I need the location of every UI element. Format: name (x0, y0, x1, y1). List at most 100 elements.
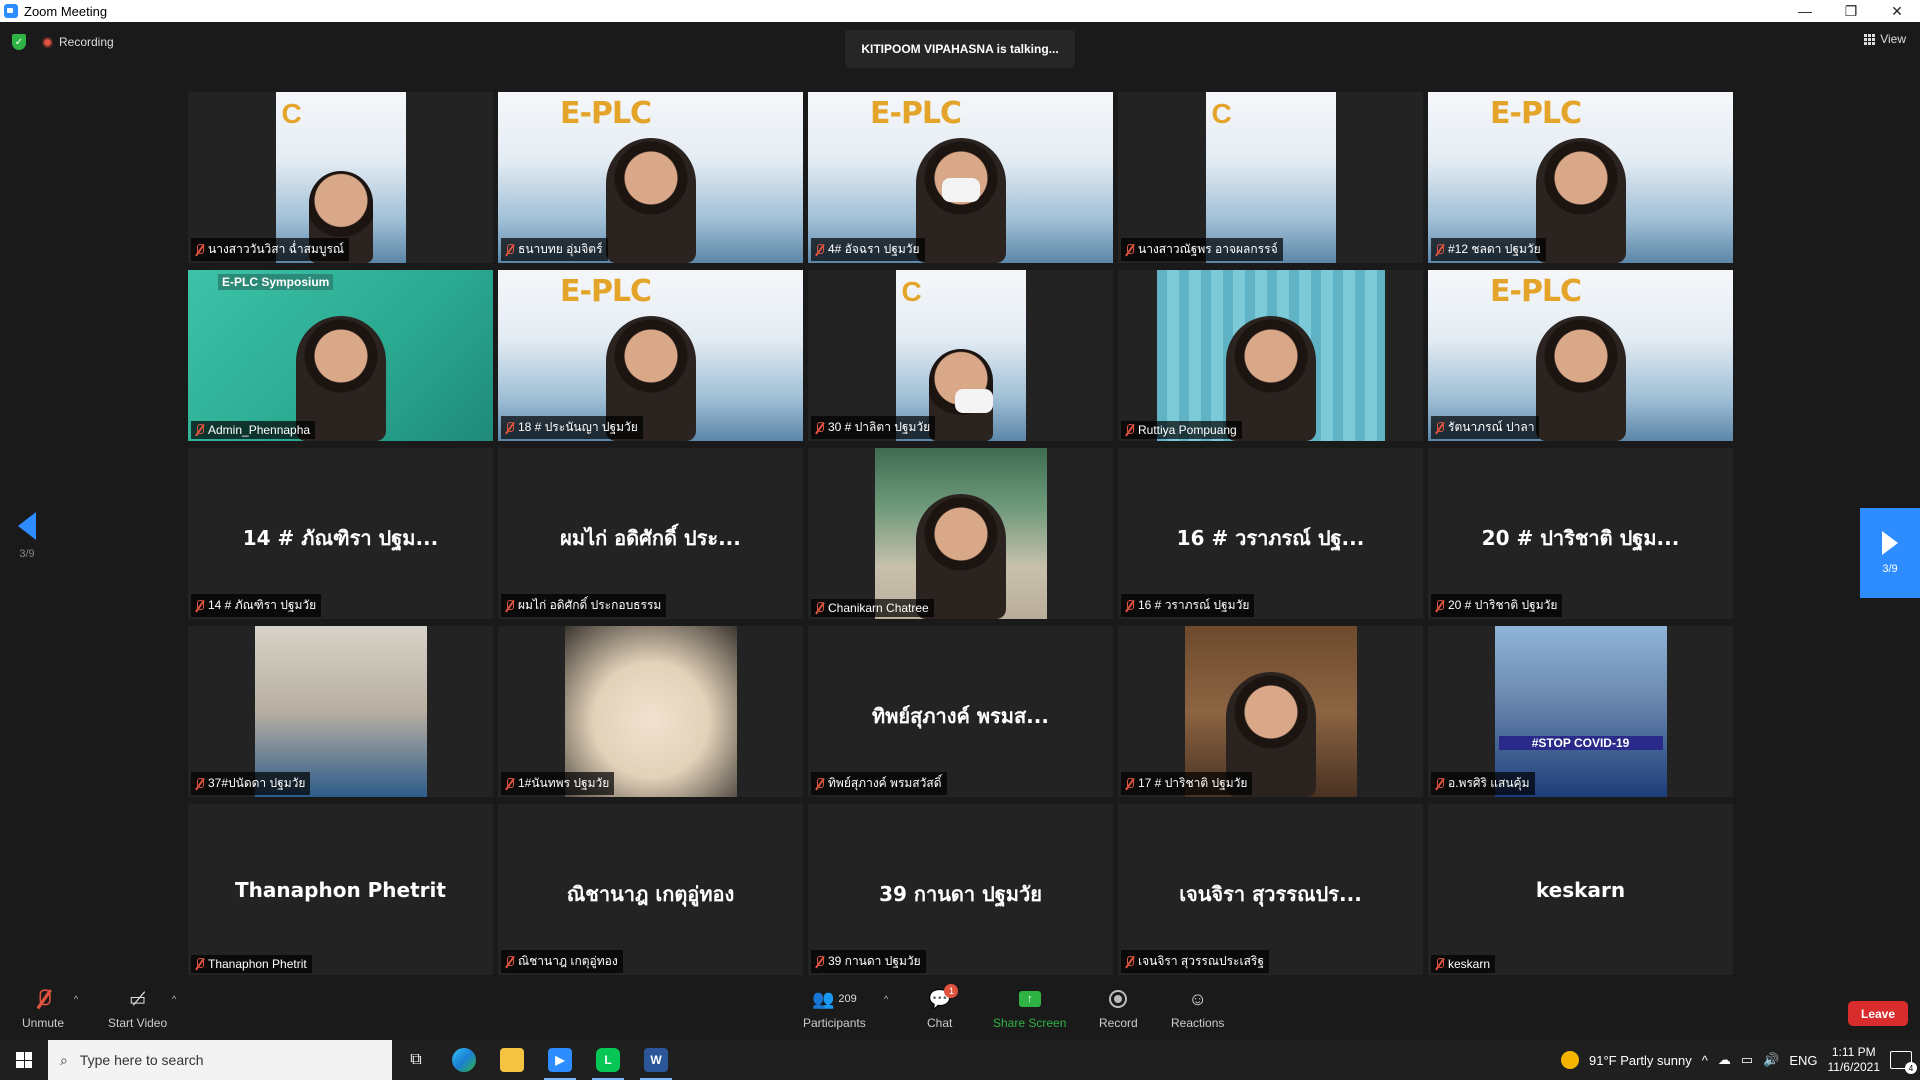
file-explorer-taskbar-button[interactable] (488, 1040, 536, 1080)
participant-tile[interactable]: ทิพย์สุภางค์ พรมส... ทิพย์สุภางค์ พรมสวั… (808, 626, 1113, 797)
participant-tile[interactable]: 1#นันทพร ปฐมวัย (498, 626, 803, 797)
tray-overflow-chevron-icon[interactable]: ^ (1702, 1053, 1708, 1068)
chat-button[interactable]: 💬 1 Chat (927, 984, 959, 1030)
edge-taskbar-button[interactable] (440, 1040, 488, 1080)
record-icon (1109, 988, 1128, 1010)
mic-muted-icon (195, 777, 204, 790)
mic-muted-icon (505, 599, 514, 612)
participants-button[interactable]: 👥 209 Participants (803, 988, 866, 1031)
participant-tile[interactable]: E-PLC ธนาบทย อุ่มจิตร์ (498, 92, 803, 263)
view-button[interactable]: View (1864, 32, 1906, 46)
participant-tile[interactable]: 16 # วราภรณ์ ปฐ... 16 # วราภรณ์ ปฐมวัย (1118, 448, 1423, 619)
restore-button[interactable]: ❐ (1828, 0, 1874, 22)
clock[interactable]: 1:11 PM 11/6/2021 (1828, 1045, 1881, 1075)
record-button[interactable]: Record (1099, 988, 1138, 1030)
participant-name-tag: นางสาววันวิสา ฉ่ำสมบูรณ์ (191, 238, 350, 261)
participant-name-tag: keskarn (1431, 955, 1496, 973)
network-icon[interactable]: ▭ (1741, 1052, 1753, 1068)
line-taskbar-button[interactable]: L (584, 1040, 632, 1080)
participant-name: ธนาบทย อุ่มจิตร์ (518, 242, 603, 256)
participant-tile[interactable]: 39 กานดา ปฐมวัย 39 กานดา ปฐมวัย (808, 804, 1113, 975)
minimize-button[interactable]: — (1782, 0, 1828, 22)
mic-muted-icon (1435, 777, 1444, 790)
mic-muted-icon (195, 243, 204, 256)
notification-center-icon[interactable]: 4 (1890, 1051, 1917, 1074)
line-icon: L (596, 1048, 620, 1072)
participant-tile[interactable]: 37#ปนัดดา ปฐมวัย (188, 626, 493, 797)
previous-page-button[interactable]: 3/9 (16, 512, 38, 582)
participant-tile[interactable]: Ruttiya Pompuang (1118, 270, 1423, 441)
windows-logo-icon (16, 1052, 32, 1068)
chat-icon: 💬 1 (928, 984, 959, 1010)
recording-dot-icon (42, 36, 53, 48)
plc-logo: E-PLC (870, 96, 962, 131)
task-view-button[interactable]: ⧉ (392, 1040, 440, 1080)
recording-indicator[interactable]: Recording (42, 35, 114, 49)
participant-tile[interactable]: E-PLC Symposium Admin_Phennapha (188, 270, 493, 441)
reactions-label: Reactions (1171, 1016, 1225, 1030)
next-page-button[interactable]: 3/9 (1860, 508, 1920, 598)
participant-name-tag: 39 กานดา ปฐมวัย (811, 950, 926, 973)
participant-display-name: 14 # ภัณฑิรา ปฐม... (242, 526, 439, 550)
participant-tile[interactable]: C นางสาวณัฐพร อาจผลกรรจ์ (1118, 92, 1423, 263)
unmute-button[interactable]: Unmute (22, 988, 64, 1030)
start-video-button[interactable]: ▭̸ Start Video (108, 988, 167, 1031)
clock-time: 1:11 PM (1831, 1045, 1876, 1059)
participant-name-tag: ธนาบทย อุ่มจิตร์ (501, 238, 608, 261)
participant-tile[interactable]: เจนจิรา สุวรรณปร... เจนจิรา สุวรรณประเสร… (1118, 804, 1423, 975)
notification-count: 4 (1905, 1062, 1917, 1074)
participant-name-tag: รัตนาภรณ์ ปาลา (1431, 416, 1540, 439)
participant-tile[interactable]: E-PLC 4# อัจฉรา ปฐมวัย (808, 92, 1113, 263)
taskbar-search[interactable]: ⌕ Type here to search (48, 1040, 392, 1080)
onedrive-icon[interactable]: ☁ (1718, 1052, 1731, 1068)
participant-tile[interactable]: 17 # ปาริชาติ ปฐมวัย (1118, 626, 1423, 797)
participant-tile[interactable]: E-PLC รัตนาภรณ์ ปาลา (1428, 270, 1733, 441)
language-indicator[interactable]: ENG (1789, 1053, 1817, 1068)
participant-tile[interactable]: #STOP COVID-19 อ.พรศิริ แสนคุ้ม (1428, 626, 1733, 797)
participant-tile[interactable]: C นางสาววันวิสา ฉ่ำสมบูรณ์ (188, 92, 493, 263)
mic-muted-icon (505, 777, 514, 790)
mic-muted-icon (1435, 958, 1444, 970)
share-screen-button[interactable]: ↑ Share Screen (993, 988, 1066, 1030)
mic-muted-icon (195, 424, 204, 436)
participant-tile[interactable]: ณิชานาฎ เกตุอู่ทอง ณิชานาฎ เกตุอู่ทอง (498, 804, 803, 975)
participant-name: #12 ชลดา ปฐมวัย (1448, 242, 1541, 256)
share-screen-label: Share Screen (993, 1016, 1067, 1030)
participant-tile[interactable]: C 30 # ปาลิตา ปฐมวัย (808, 270, 1113, 441)
view-label: View (1880, 32, 1906, 46)
participant-tile[interactable]: ผมไก่ อดิศักดิ์ ประ... ผมไก่ อดิศักดิ์ ป… (498, 448, 803, 619)
mic-muted-icon (815, 602, 824, 614)
leave-button[interactable]: Leave (1848, 1001, 1908, 1026)
volume-icon[interactable]: 🔊 (1763, 1052, 1779, 1068)
participants-count: 209 (838, 993, 857, 1005)
participant-tile[interactable]: Chanikarn Chatree (808, 448, 1113, 619)
windows-taskbar: ⌕ Type here to search ⧉ ▶ L W 91°F Partl… (0, 1040, 1920, 1080)
weather-sun-icon[interactable] (1560, 1051, 1579, 1069)
participants-caret-icon[interactable]: ^ (884, 994, 888, 1004)
participants-label: Participants (803, 1016, 866, 1030)
participant-face (928, 349, 993, 441)
close-button[interactable]: ✕ (1874, 0, 1920, 22)
word-taskbar-button[interactable]: W (632, 1040, 680, 1080)
participant-tile[interactable]: keskarn keskarn (1428, 804, 1733, 975)
mic-muted-icon (1125, 243, 1134, 256)
participant-tile[interactable]: Thanaphon Phetrit Thanaphon Phetrit (188, 804, 493, 975)
windows-start-button[interactable] (0, 1040, 48, 1080)
participant-name: Admin_Phennapha (208, 423, 311, 437)
audio-options-caret-icon[interactable]: ^ (74, 994, 78, 1004)
participant-tile[interactable]: E-PLC 18 # ประนันญา ปฐมวัย (498, 270, 803, 441)
participant-name-tag: 30 # ปาลิตา ปฐมวัย (811, 416, 936, 439)
participant-tile[interactable]: E-PLC #12 ชลดา ปฐมวัย (1428, 92, 1733, 263)
participant-name: 20 # ปาริชาติ ปฐมวัย (1448, 598, 1558, 612)
participant-name-tag: #12 ชลดา ปฐมวัย (1431, 238, 1546, 261)
participant-name: นางสาวณัฐพร อาจผลกรรจ์ (1138, 242, 1278, 256)
participant-tile[interactable]: 20 # ปาริชาติ ปฐม... 20 # ปาริชาติ ปฐมวั… (1428, 448, 1733, 619)
participant-tile[interactable]: 14 # ภัณฑิรา ปฐม... 14 # ภัณฑิรา ปฐมวัย (188, 448, 493, 619)
zoom-taskbar-button[interactable]: ▶ (536, 1040, 584, 1080)
encryption-shield-icon[interactable]: ✓ (12, 34, 26, 50)
reactions-button[interactable]: ☺ Reactions (1171, 988, 1225, 1031)
video-off-icon: ▭̸ (129, 988, 147, 1009)
weather-text[interactable]: 91°F Partly sunny (1589, 1053, 1692, 1068)
video-options-caret-icon[interactable]: ^ (172, 994, 176, 1004)
zoom-app-icon (4, 4, 18, 18)
